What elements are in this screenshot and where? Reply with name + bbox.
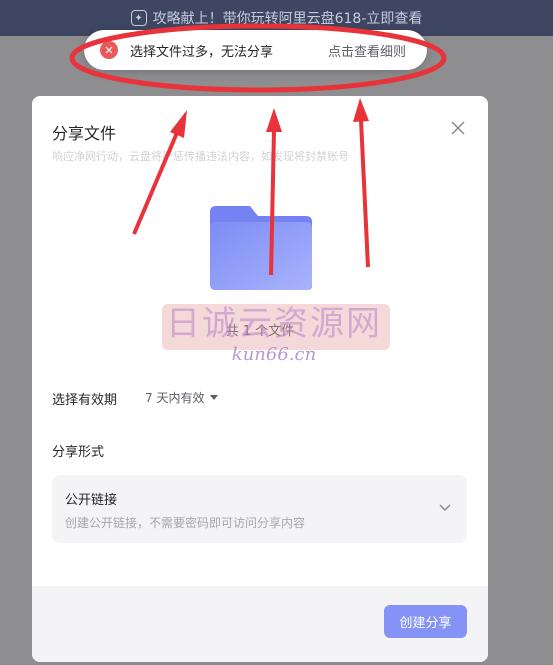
chevron-down-icon [439, 504, 451, 512]
file-count: 共 1 个文件 [225, 324, 295, 339]
expiry-value: 7 天内有效 [145, 391, 205, 405]
error-icon: ✕ [100, 41, 118, 59]
option-description: 创建公开链接，不需要密码即可访问分享内容 [65, 516, 306, 530]
create-share-button[interactable]: 创建分享 [384, 605, 467, 638]
folder-icon [210, 206, 312, 290]
share-dialog: 分享文件 响应净网行动，云盘将严惩传播违法内容，如发现将封禁账号 共 1 个文件… [32, 96, 488, 662]
error-toast: ✕ 选择文件过多，无法分享 点击查看细则 [84, 30, 427, 70]
dialog-title: 分享文件 [52, 124, 117, 143]
promo-banner-text[interactable]: 攻略献上！带你玩转阿里云盘618-立即查看 [153, 8, 423, 28]
toast-details-link[interactable]: 点击查看细则 [328, 41, 406, 60]
dialog-notice: 响应净网行动，云盘将严惩传播违法内容，如发现将封禁账号 [52, 150, 349, 163]
gift-icon: ✦ [130, 10, 147, 26]
expiry-select[interactable]: 7 天内有效 [145, 389, 219, 406]
toast-message: 选择文件过多，无法分享 [130, 44, 274, 60]
close-icon[interactable] [448, 118, 468, 138]
share-type-label: 分享形式 [52, 445, 105, 460]
option-title: 公开链接 [65, 493, 118, 508]
share-type-option[interactable]: 公开链接 创建公开链接，不需要密码即可访问分享内容 [52, 475, 467, 543]
expiry-label: 选择有效期 [52, 393, 118, 408]
caret-down-icon [210, 395, 219, 400]
